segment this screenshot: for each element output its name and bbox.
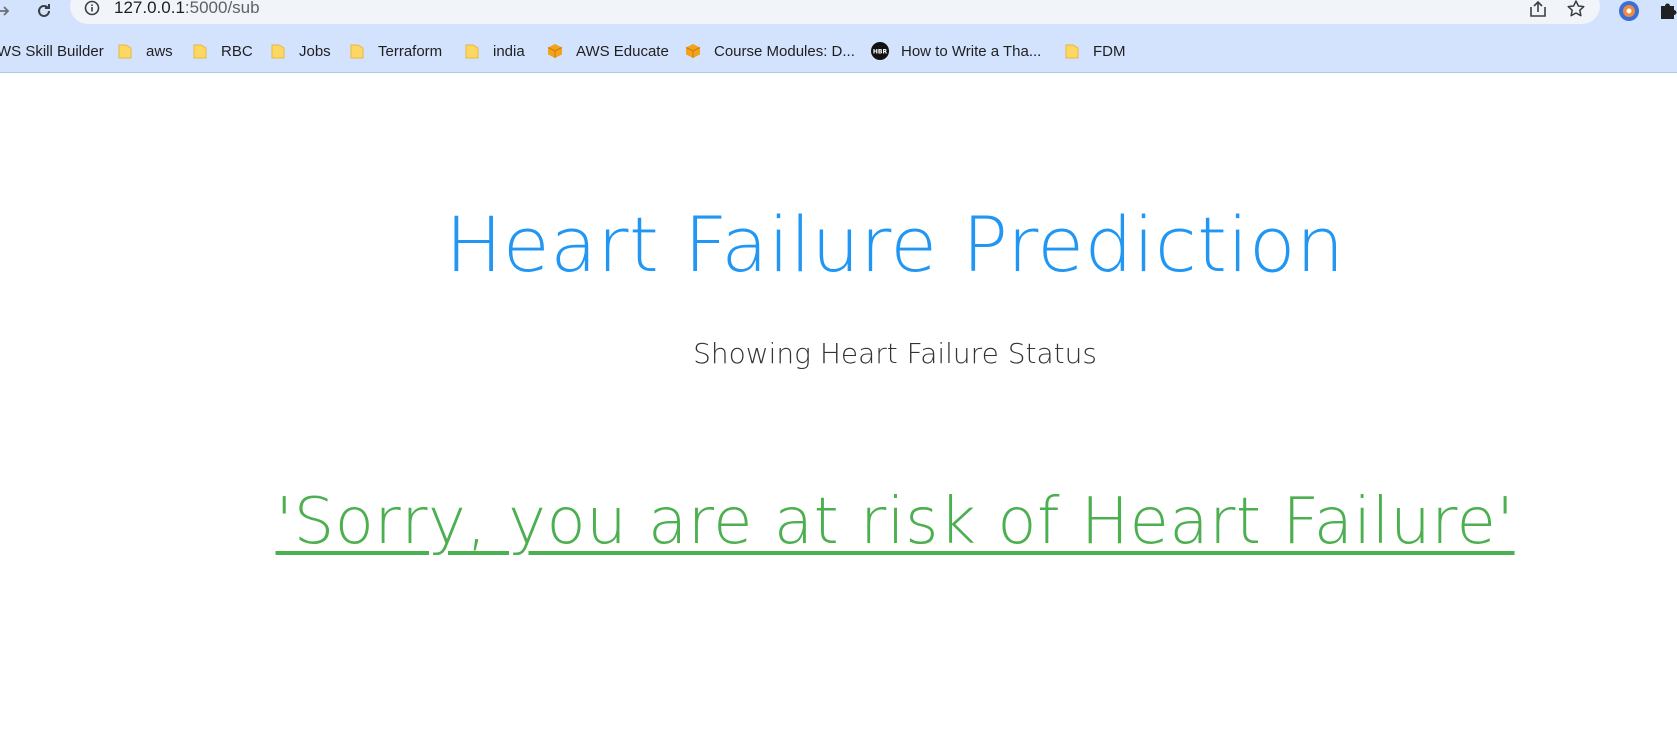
bookmark-label: FDM [1093,42,1126,60]
address-bar[interactable]: 127.0.0.1:5000/sub [70,0,1600,24]
bookmark-label: WS Skill Builder [0,42,104,60]
page-title: Heart Failure Prediction [445,200,1345,289]
forward-button[interactable] [0,0,14,22]
folder-icon [271,44,285,59]
profile-extension-icon[interactable] [1618,0,1640,22]
bookmark-india[interactable]: india [463,41,525,61]
folder-icon [350,44,364,59]
page-subtitle: Showing Heart Failure Status [693,337,1097,370]
bookmark-aws-educate[interactable]: AWS Educate [546,41,669,61]
reload-button[interactable] [32,0,56,22]
bookmark-label: Course Modules: D... [714,42,855,60]
bookmark-label: aws [146,42,173,60]
bookmark-course-modules[interactable]: Course Modules: D... [684,41,855,61]
folder-icon [193,44,207,59]
folder-icon [465,44,479,59]
bookmark-label: Terraform [378,42,443,60]
bookmark-star-icon[interactable] [1566,0,1586,19]
result-container: 'Sorry, you are at risk of Heart Failure… [0,485,1677,559]
bookmark-label: RBC [221,42,253,60]
url-path: :5000/sub [184,0,260,17]
extensions-puzzle-icon[interactable] [1657,0,1677,22]
bookmark-fdm[interactable]: FDM [1063,41,1126,61]
bookmark-skill-builder[interactable]: WS Skill Builder [0,41,104,61]
folder-icon [118,44,132,59]
bookmarks-bar: WS Skill Builder aws RBC Jobs Terraform … [0,28,1677,73]
hbr-icon: HBR [871,42,889,60]
bookmark-label: AWS Educate [576,42,669,60]
bookmark-jobs[interactable]: Jobs [269,41,331,61]
url-text[interactable]: 127.0.0.1:5000/sub [114,0,260,18]
bookmark-label: Jobs [299,42,331,60]
svg-text:HBR: HBR [873,49,888,56]
bookmark-aws[interactable]: aws [116,41,173,61]
aws-box-icon [685,44,701,58]
bookmark-label: How to Write a Tha... [901,42,1042,60]
prediction-result-link[interactable]: 'Sorry, you are at risk of Heart Failure… [276,485,1515,559]
bookmark-rbc[interactable]: RBC [191,41,253,61]
browser-toolbar: 127.0.0.1:5000/sub [0,0,1677,28]
share-icon[interactable] [1528,0,1548,19]
reload-icon [38,4,50,17]
arrow-right-icon [0,6,10,16]
aws-box-icon [547,44,563,58]
bookmark-hbr[interactable]: HBR How to Write a Tha... [871,41,1041,61]
url-host: 127.0.0.1 [114,0,185,17]
bookmark-terraform[interactable]: Terraform [348,41,442,61]
folder-icon [1065,44,1079,59]
site-info-icon[interactable] [84,0,100,16]
bookmark-label: india [493,42,525,60]
